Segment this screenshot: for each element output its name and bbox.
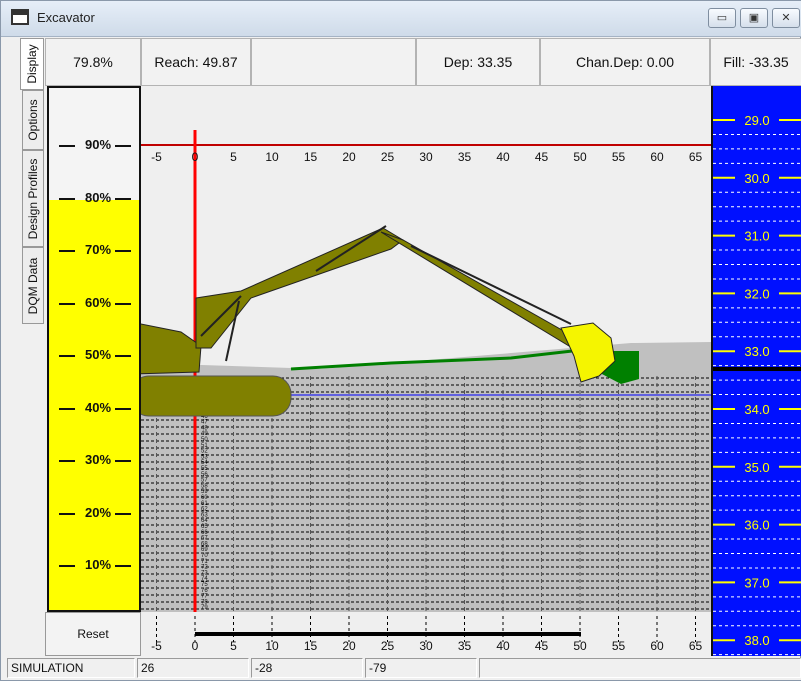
minimize-button[interactable]: ▭ [708, 8, 736, 28]
depth-label: 35.0 [744, 460, 769, 475]
top-scale-label: 30 [419, 150, 433, 164]
depth-gauge: 29.0 30.0 31.0 32.0 33.0 34.0 35.0 36.0 37.0 38.0 [711, 86, 801, 656]
depth-gauge-canvas: 29.0 30.0 31.0 32.0 33.0 34.0 35.0 36.0 37.0 38.0 [713, 113, 801, 656]
bottom-scale-label: 50 [573, 639, 587, 653]
reach-readout: Reach: 49.87 [141, 38, 251, 86]
depth-label: 32.0 [744, 286, 769, 301]
status-empty [479, 658, 801, 678]
top-distance-scale: -5 0 5 10 15 20 25 30 35 40 45 50 55 60 65 [151, 150, 702, 164]
title-bar[interactable]: Excavator ▭ ▣ ✕ [1, 1, 801, 37]
top-scale-label: 10 [265, 150, 279, 164]
bucket-cylinder [410, 245, 572, 325]
depth-label: 29.0 [744, 113, 769, 128]
bottom-scale-label: 45 [535, 639, 549, 653]
excavator-boom [195, 227, 404, 349]
depth-mark-label: 79 [201, 605, 208, 611]
bottom-scale-label: 10 [265, 639, 279, 653]
bottom-scale-label: 15 [304, 639, 318, 653]
window-title: Excavator [37, 10, 95, 25]
top-scale-label: 45 [535, 150, 549, 164]
tab-dqm-data[interactable]: DQM Data [22, 247, 44, 324]
top-scale-label: 40 [496, 150, 510, 164]
status-z: -79 [365, 658, 477, 678]
status-x: 26 [137, 658, 249, 678]
top-scale-label: 25 [381, 150, 395, 164]
top-scale-label: 60 [650, 150, 664, 164]
top-scale-label: 65 [689, 150, 703, 164]
status-mode: SIMULATION [7, 658, 135, 678]
depth-label: 34.0 [744, 402, 769, 417]
top-scale-label: 15 [304, 150, 318, 164]
tab-display[interactable]: Display [20, 38, 44, 90]
status-bar: SIMULATION 26 -28 -79 [7, 658, 801, 680]
depth-label: 31.0 [744, 229, 769, 244]
fill-percent-gauge: 90% 80% 70% 60% 50% 40% 30% 20% 10% [47, 86, 141, 612]
fill-readout: Fill: -33.35 [710, 38, 801, 86]
depth-label: 37.0 [744, 575, 769, 590]
header-spacer [251, 38, 416, 86]
top-scale-label: -5 [151, 150, 162, 164]
tab-design-profiles[interactable]: Design Profiles [22, 150, 44, 247]
excavator-cab [141, 323, 202, 375]
bottom-scale-label: 40 [496, 639, 510, 653]
depth-label: 36.0 [744, 518, 769, 533]
bottom-scale-label: 20 [342, 639, 356, 653]
percent-readout: 79.8% [45, 38, 141, 86]
bottom-scale-label: 65 [689, 639, 703, 653]
excavator-tracks [141, 375, 292, 417]
top-scale-label: 35 [458, 150, 472, 164]
status-y: -28 [251, 658, 363, 678]
window-icon [11, 9, 29, 25]
bottom-scale-label: 30 [419, 639, 433, 653]
depth-label: 33.0 [744, 344, 769, 359]
top-scale-label: 20 [342, 150, 356, 164]
bottom-scale-label: -5 [151, 639, 162, 653]
dredge-profile-view: -505101520253035404550556065 40414243444… [141, 86, 711, 612]
reset-button[interactable]: Reset [45, 612, 141, 656]
excavator-window: Excavator ▭ ▣ ✕ Display Options Design P… [0, 0, 801, 681]
side-tabs: Display Options Design Profiles DQM Data [20, 38, 44, 324]
excavator-stick [380, 231, 577, 347]
bottom-scale-label: 0 [192, 639, 199, 653]
close-button[interactable]: ✕ [772, 8, 800, 28]
bottom-distance-scale: -5 0 5 10 15 20 25 30 35 40 45 50 55 60 65 [141, 612, 711, 656]
dep-readout: Dep: 33.35 [416, 38, 540, 86]
bottom-scale-label: 35 [458, 639, 472, 653]
chan-dep-readout: Chan.Dep: 0.00 [540, 38, 710, 86]
depth-label: 30.0 [744, 171, 769, 186]
bottom-scale-label: 55 [612, 639, 626, 653]
bottom-scale-label: 5 [230, 639, 237, 653]
depth-label: 38.0 [744, 633, 769, 648]
maximize-button[interactable]: ▣ [740, 8, 768, 28]
bottom-scale-label: 60 [650, 639, 664, 653]
top-scale-label: 0 [192, 150, 199, 164]
bottom-scale-label: 25 [381, 639, 395, 653]
top-scale-label: 5 [230, 150, 237, 164]
tab-options[interactable]: Options [22, 90, 44, 150]
profile-canvas: -505101520253035404550556065 40414243444… [141, 130, 711, 612]
top-scale-label: 50 [573, 150, 587, 164]
top-scale-label: 55 [612, 150, 626, 164]
